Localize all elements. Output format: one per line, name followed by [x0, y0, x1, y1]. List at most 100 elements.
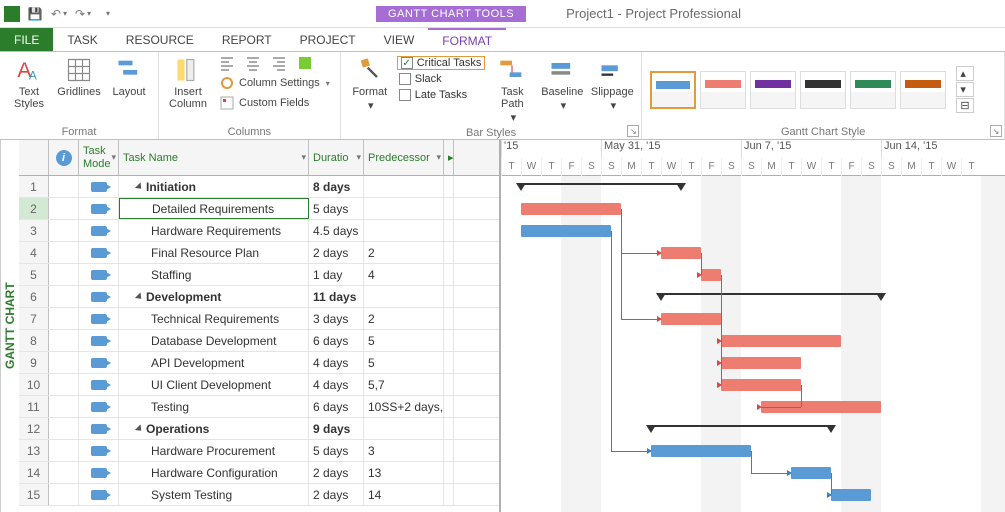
- cell-task-name[interactable]: Operations: [119, 418, 309, 439]
- column-header-rownum[interactable]: [19, 140, 49, 175]
- cell-duration[interactable]: 4.5 days: [309, 220, 364, 241]
- tab-format[interactable]: FORMAT: [428, 28, 506, 51]
- gantt-style-item[interactable]: [650, 71, 696, 109]
- outline-toggle-icon[interactable]: [135, 182, 144, 191]
- row-number[interactable]: 10: [19, 374, 49, 395]
- save-icon[interactable]: 💾: [26, 5, 44, 23]
- cell-indicators[interactable]: [49, 374, 79, 395]
- cell-task-mode[interactable]: [79, 352, 119, 373]
- row-number[interactable]: 3: [19, 220, 49, 241]
- row-number[interactable]: 2: [19, 198, 49, 219]
- table-row[interactable]: 14Hardware Configuration2 days13: [19, 462, 499, 484]
- gallery-scroll-up-button[interactable]: ▴: [956, 66, 973, 81]
- redo-icon[interactable]: ↷▾: [74, 5, 92, 23]
- cell-task-mode[interactable]: [79, 374, 119, 395]
- column-header-indicators[interactable]: i: [49, 140, 79, 175]
- cell-indicators[interactable]: [49, 176, 79, 197]
- cell-task-mode[interactable]: [79, 396, 119, 417]
- bar-styles-dialog-launcher[interactable]: ↘: [627, 125, 639, 137]
- cell-indicators[interactable]: [49, 220, 79, 241]
- cell-indicators[interactable]: [49, 264, 79, 285]
- align-left-button[interactable]: [215, 54, 239, 72]
- cell-task-name[interactable]: Detailed Requirements: [119, 198, 309, 219]
- gantt-task-bar[interactable]: [521, 225, 611, 237]
- gantt-task-bar[interactable]: [791, 467, 831, 479]
- table-row[interactable]: 7Technical Requirements3 days2: [19, 308, 499, 330]
- gantt-summary-bar[interactable]: [521, 183, 681, 191]
- cell-predecessors[interactable]: [364, 286, 444, 307]
- format-painter-button[interactable]: Format ▾: [347, 54, 393, 114]
- undo-icon[interactable]: ↶▾: [50, 5, 68, 23]
- cell-duration[interactable]: 2 days: [309, 242, 364, 263]
- cell-duration[interactable]: 4 days: [309, 374, 364, 395]
- wrap-text-button[interactable]: [293, 54, 317, 72]
- cell-duration[interactable]: 5 days: [309, 198, 364, 219]
- qat-customize-icon[interactable]: ▾: [98, 5, 116, 23]
- cell-task-name[interactable]: Hardware Procurement: [119, 440, 309, 461]
- cell-task-name[interactable]: Staffing: [119, 264, 309, 285]
- gantt-task-bar[interactable]: [661, 313, 721, 325]
- row-number[interactable]: 8: [19, 330, 49, 351]
- column-header-predecessors[interactable]: Predecessor▾: [364, 140, 444, 175]
- row-number[interactable]: 15: [19, 484, 49, 505]
- text-styles-button[interactable]: AA Text Styles: [6, 54, 52, 112]
- cell-indicators[interactable]: [49, 242, 79, 263]
- gantt-timeline[interactable]: '15May 31, '15Jun 7, '15Jun 14, '15 TWTF…: [499, 140, 1005, 512]
- align-center-button[interactable]: [241, 54, 265, 72]
- cell-task-mode[interactable]: [79, 198, 119, 219]
- cell-duration[interactable]: 2 days: [309, 462, 364, 483]
- table-row[interactable]: 12Operations9 days: [19, 418, 499, 440]
- table-row[interactable]: 13Hardware Procurement5 days3: [19, 440, 499, 462]
- table-row[interactable]: 15System Testing2 days14: [19, 484, 499, 506]
- gantt-task-bar[interactable]: [831, 489, 871, 501]
- cell-task-mode[interactable]: [79, 264, 119, 285]
- table-row[interactable]: 2 Detailed Requirements5 days: [19, 198, 499, 220]
- table-row[interactable]: 10 UI Client Development4 days5,7: [19, 374, 499, 396]
- cell-task-name[interactable]: Final Resource Plan: [119, 242, 309, 263]
- cell-task-name[interactable]: Initiation: [119, 176, 309, 197]
- cell-predecessors[interactable]: [364, 220, 444, 241]
- cell-indicators[interactable]: [49, 352, 79, 373]
- table-row[interactable]: 3Hardware Requirements4.5 days: [19, 220, 499, 242]
- cell-task-name[interactable]: Technical Requirements: [119, 308, 309, 329]
- cell-duration[interactable]: 6 days: [309, 330, 364, 351]
- cell-task-name[interactable]: Database Development: [119, 330, 309, 351]
- gantt-task-bar[interactable]: [661, 247, 701, 259]
- cell-duration[interactable]: 4 days: [309, 352, 364, 373]
- gridlines-button[interactable]: Gridlines: [56, 54, 102, 100]
- gantt-style-item[interactable]: [800, 71, 846, 109]
- cell-predecessors[interactable]: 13: [364, 462, 444, 483]
- insert-column-button[interactable]: Insert Column: [165, 54, 211, 112]
- cell-task-name[interactable]: System Testing: [119, 484, 309, 505]
- outline-toggle-icon[interactable]: [135, 424, 144, 433]
- column-gutter[interactable]: ▸: [444, 140, 454, 175]
- row-number[interactable]: 5: [19, 264, 49, 285]
- cell-task-mode[interactable]: [79, 308, 119, 329]
- cell-indicators[interactable]: [49, 484, 79, 505]
- cell-indicators[interactable]: [49, 330, 79, 351]
- cell-task-mode[interactable]: [79, 330, 119, 351]
- gantt-style-item[interactable]: [700, 71, 746, 109]
- baseline-button[interactable]: Baseline ▾: [539, 54, 585, 114]
- gantt-task-bar[interactable]: [521, 203, 621, 215]
- gantt-style-dialog-launcher[interactable]: ↘: [990, 125, 1002, 137]
- cell-task-mode[interactable]: [79, 440, 119, 461]
- cell-task-name[interactable]: UI Client Development: [119, 374, 309, 395]
- cell-predecessors[interactable]: 5,7: [364, 374, 444, 395]
- table-row[interactable]: 4Final Resource Plan2 days2: [19, 242, 499, 264]
- row-number[interactable]: 13: [19, 440, 49, 461]
- gantt-summary-bar[interactable]: [661, 293, 881, 301]
- slack-checkbox[interactable]: Slack: [397, 72, 486, 86]
- cell-duration[interactable]: 5 days: [309, 440, 364, 461]
- cell-indicators[interactable]: [49, 198, 79, 219]
- table-row[interactable]: 11Testing6 days10SS+2 days,: [19, 396, 499, 418]
- gantt-task-bar[interactable]: [651, 445, 751, 457]
- column-header-task-mode[interactable]: Task Mode▾: [79, 140, 119, 175]
- cell-task-name[interactable]: Hardware Configuration: [119, 462, 309, 483]
- task-path-button[interactable]: Task Path ▾: [489, 54, 535, 126]
- gantt-style-item[interactable]: [850, 71, 896, 109]
- cell-duration[interactable]: 8 days: [309, 176, 364, 197]
- cell-task-mode[interactable]: [79, 418, 119, 439]
- row-number[interactable]: 12: [19, 418, 49, 439]
- table-row[interactable]: 5Staffing1 day4: [19, 264, 499, 286]
